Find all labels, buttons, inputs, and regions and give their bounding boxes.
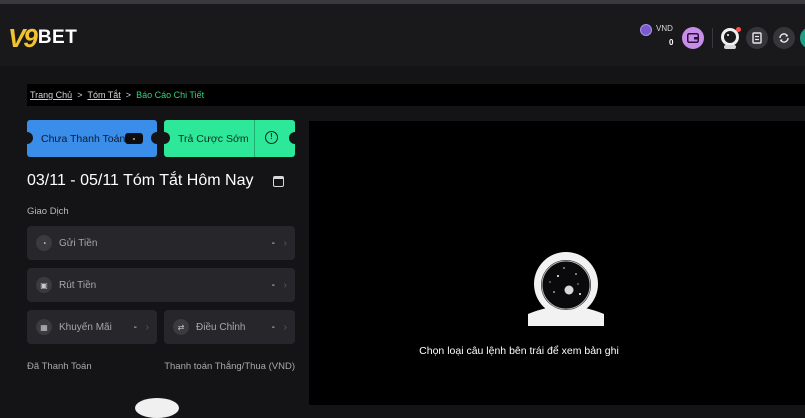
chevron-right-icon: ›	[283, 321, 287, 333]
winloss-label: Thanh toán Thắng/Thua (VND)	[164, 361, 295, 372]
deposit-value: -	[271, 237, 275, 249]
ticket-divider	[254, 120, 255, 157]
bet-slip-button[interactable]	[746, 27, 768, 49]
withdraw-row[interactable]: ▣ Rút Tiền - ›	[27, 268, 295, 302]
balance-amount: 0	[669, 38, 674, 47]
chevron-right-icon: ›	[283, 279, 287, 291]
refresh-button[interactable]	[773, 27, 795, 49]
paid-label: Đã Thanh Toán	[27, 361, 92, 372]
ticket-notch	[289, 132, 301, 144]
coin-icon	[640, 24, 652, 36]
breadcrumb: Trang Chủ > Tóm Tắt > Báo Cáo Chi Tiết	[27, 84, 805, 106]
wallet-icon	[687, 33, 699, 43]
unpaid-bets-ticket[interactable]: Chưa Thanh Toán -	[21, 120, 163, 157]
cash-out-icon: ▣	[36, 277, 52, 293]
summary-date-title: 03/11 - 05/11 Tóm Tắt Hôm Nay	[27, 172, 254, 189]
deposit-label: Gửi Tiền	[59, 237, 98, 249]
alert-icon: !	[265, 131, 278, 144]
empty-records-message: Chọn loại câu lệnh bên trái để xem bản g…	[419, 345, 619, 357]
logo-text: BET	[37, 27, 78, 48]
breadcrumb-home-link[interactable]: Trang Chủ	[30, 90, 72, 100]
breadcrumb-separator: >	[77, 90, 83, 100]
chart-placeholder-shape	[135, 398, 179, 418]
promotion-value: -	[133, 321, 137, 333]
astronaut-helmet-icon	[528, 252, 604, 326]
adjustment-value: -	[271, 321, 275, 333]
wallet-button[interactable]	[682, 27, 704, 49]
early-cashout-ticket[interactable]: Trả Cược Sớm !	[158, 120, 301, 157]
promotion-label: Khuyến Mãi	[59, 321, 112, 333]
logo-mark: V9	[8, 22, 38, 53]
transactions-section-label: Giao Dịch	[27, 206, 69, 217]
withdraw-value: -	[271, 279, 275, 291]
currency-label: VND	[656, 24, 673, 33]
unpaid-label: Chưa Thanh Toán	[41, 132, 126, 145]
chevron-right-icon: ›	[283, 237, 287, 249]
document-icon	[752, 32, 762, 44]
breadcrumb-current: Báo Cáo Chi Tiết	[136, 90, 205, 100]
piggy-bank-icon: ◔	[36, 235, 52, 251]
balance-display[interactable]: VND 0	[640, 24, 676, 52]
ticket-notch	[158, 132, 170, 144]
unpaid-count-badge: -	[125, 133, 143, 144]
gift-icon: ▦	[36, 319, 52, 335]
ticket-notch	[21, 132, 33, 144]
adjustment-row[interactable]: ⇄ Điều Chỉnh - ›	[164, 310, 295, 344]
early-cashout-label: Trả Cược Sớm	[178, 132, 249, 145]
chevron-right-icon: ›	[145, 321, 149, 333]
header-divider	[712, 28, 713, 48]
refresh-icon	[779, 33, 789, 43]
breadcrumb-summary-link[interactable]: Tóm Tắt	[87, 90, 120, 100]
notification-dot	[736, 27, 741, 32]
site-logo[interactable]: V9 BET	[8, 23, 77, 53]
adjustment-label: Điều Chỉnh	[196, 321, 246, 333]
promotion-row[interactable]: ▦ Khuyến Mãi - ›	[27, 310, 157, 344]
withdraw-label: Rút Tiền	[59, 279, 97, 291]
breadcrumb-separator: >	[125, 90, 132, 100]
calendar-icon[interactable]	[273, 176, 284, 187]
adjust-icon: ⇄	[173, 319, 189, 335]
deposit-row[interactable]: ◔ Gửi Tiền - ›	[27, 226, 295, 260]
